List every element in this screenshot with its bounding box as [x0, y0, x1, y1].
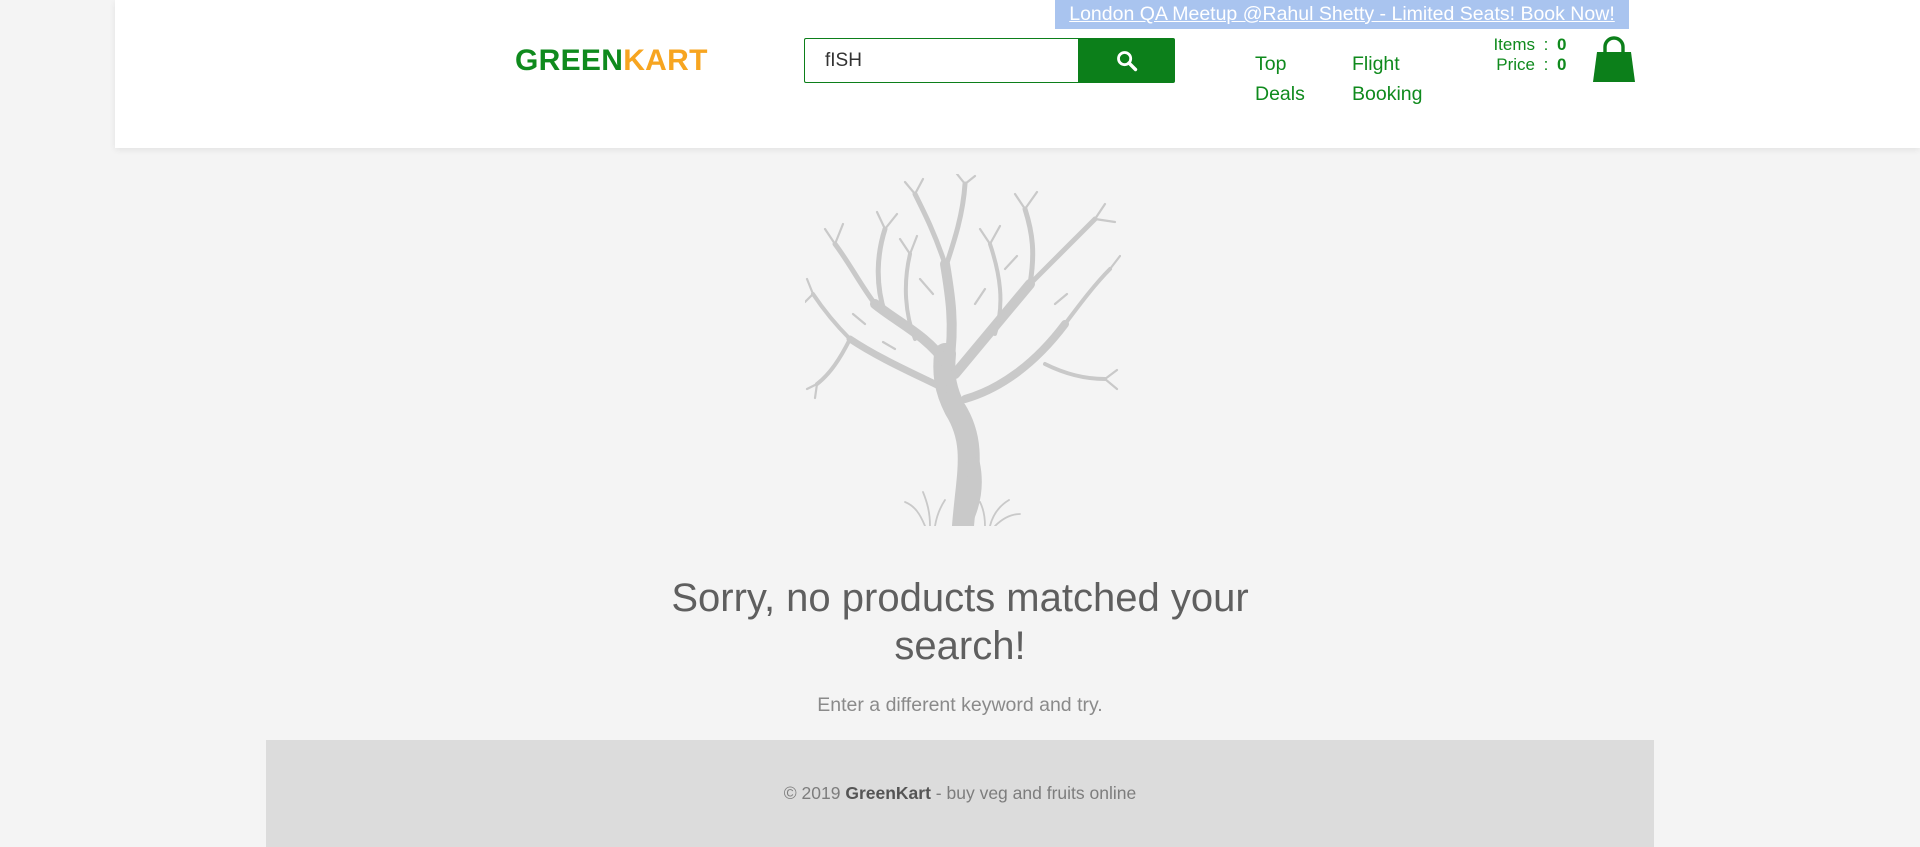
cart-items-separator: :	[1543, 35, 1549, 54]
cart-price-value: 0	[1557, 55, 1567, 74]
footer-copyright: © 2019 GreenKart - buy veg and fruits on…	[784, 783, 1136, 804]
brand-logo: GREENKART	[515, 41, 708, 81]
search-input[interactable]	[804, 38, 1078, 83]
site-footer: © 2019 GreenKart - buy veg and fruits on…	[266, 740, 1654, 847]
footer-prefix: © 2019	[783, 783, 846, 803]
shopping-bag-icon	[1593, 36, 1635, 82]
flight-booking-link[interactable]: Flight Booking	[1352, 49, 1422, 109]
cart-price-separator: :	[1543, 55, 1549, 74]
no-results-title: Sorry, no products matched your search!	[671, 576, 1249, 668]
top-deals-link[interactable]: Top Deals	[1255, 49, 1305, 109]
cart-button[interactable]	[1592, 36, 1636, 84]
bare-tree-icon	[805, 174, 1121, 526]
footer-brand: GreenKart	[845, 783, 931, 803]
cart-info: Items : 0 Price : 0	[1460, 35, 1571, 75]
search-form	[804, 38, 1175, 83]
cart-price-label: Price	[1496, 55, 1535, 74]
cart-items-row: Items : 0	[1460, 35, 1571, 55]
flight-booking-line-1: Flight	[1352, 53, 1400, 75]
brand-logo-green-part: GREEN	[515, 44, 624, 77]
cart-items-label: Items	[1493, 35, 1535, 54]
top-deals-line-2: Deals	[1255, 83, 1305, 105]
top-deals-line-1: Top	[1255, 53, 1287, 75]
flight-booking-line-2: Booking	[1352, 83, 1423, 105]
no-results-subtitle: Enter a different keyword and try.	[817, 694, 1103, 716]
brand-logo-orange-part: KART	[623, 44, 708, 77]
search-icon	[1116, 50, 1137, 71]
search-button[interactable]	[1078, 38, 1175, 83]
cart-items-count: 0	[1557, 35, 1567, 54]
footer-suffix: - buy veg and fruits online	[930, 783, 1137, 803]
promo-banner-link[interactable]: London QA Meetup @Rahul Shetty - Limited…	[1055, 0, 1629, 29]
cart-price-row: Price : 0	[1460, 55, 1571, 75]
